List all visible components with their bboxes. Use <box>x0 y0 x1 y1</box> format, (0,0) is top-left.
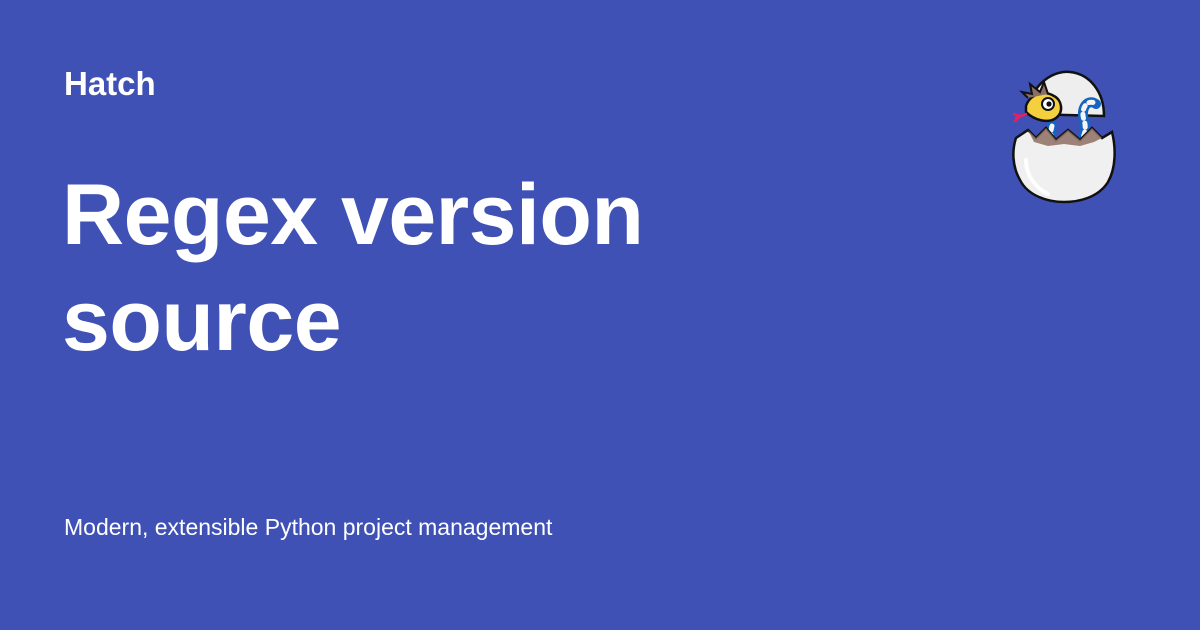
social-card: Hatch Regex version source Modern, exten… <box>0 0 1200 630</box>
hatching-egg-logo-icon <box>1012 70 1116 204</box>
site-description: Modern, extensible Python project manage… <box>64 514 553 540</box>
site-name: Hatch <box>64 65 156 102</box>
page-title: Regex version source <box>62 167 644 369</box>
